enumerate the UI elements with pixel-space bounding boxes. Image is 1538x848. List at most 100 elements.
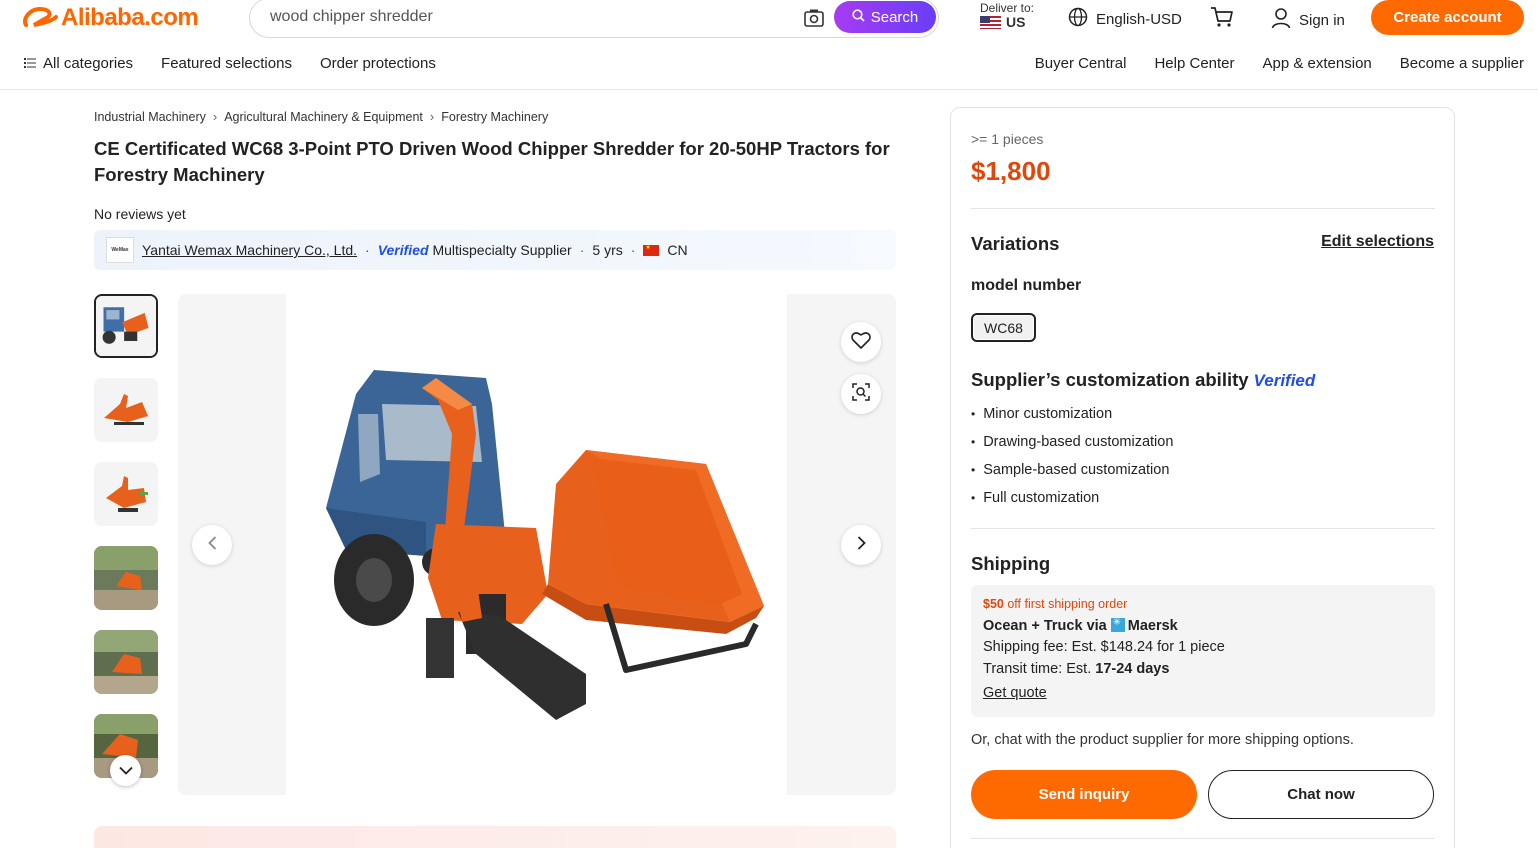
divider	[971, 208, 1435, 209]
list-item: • Minor customization	[971, 406, 1113, 422]
supplier-name-link[interactable]: Yantai Wemax Machinery Co., Ltd.	[142, 242, 357, 258]
reviews-status: No reviews yet	[94, 206, 186, 222]
edit-selections-link[interactable]: Edit selections	[1321, 233, 1434, 251]
supplier-country: CN	[667, 242, 688, 258]
chevron-right-icon	[857, 535, 866, 555]
favorite-button[interactable]	[841, 322, 881, 362]
supplier-years: 5 yrs	[592, 242, 623, 258]
list-item: • Sample-based customization	[971, 462, 1170, 478]
nav-app-extension[interactable]: App & extension	[1263, 55, 1372, 72]
variations-heading: Variations	[971, 233, 1060, 254]
customization-title: Supplier’s customization ability	[971, 369, 1249, 390]
search-icon	[852, 8, 865, 26]
top-header: Alibaba.com Search Deliver to: US Englis…	[0, 0, 1538, 90]
chevron-right-icon: ›	[212, 109, 218, 124]
shipping-box: $50 off first shipping order Ocean + Tru…	[971, 585, 1435, 717]
transit-time: Transit time: Est. 17-24 days	[983, 661, 1169, 677]
maersk-logo-icon	[1110, 617, 1125, 632]
nav-become-supplier[interactable]: Become a supplier	[1400, 55, 1524, 72]
breadcrumb-item[interactable]: Industrial Machinery	[94, 110, 206, 124]
model-option-chip[interactable]: WC68	[971, 313, 1036, 342]
customization-heading: Supplier’s customization ability Verifie…	[971, 369, 1315, 391]
language-label: English-USD	[1096, 10, 1182, 28]
next-image-button[interactable]	[841, 525, 881, 565]
list-item: • Drawing-based customization	[971, 434, 1174, 450]
nav-buyer-central[interactable]: Buyer Central	[1035, 55, 1127, 72]
heart-icon	[851, 331, 871, 354]
product-title: CE Certificated WC68 3-Point PTO Driven …	[94, 138, 890, 185]
nav-all-categories[interactable]: All categories	[24, 55, 133, 72]
divider	[971, 528, 1435, 529]
breadcrumb-item[interactable]: Agricultural Machinery & Equipment	[224, 110, 423, 124]
globe-icon	[1068, 7, 1088, 31]
search-input[interactable]	[270, 8, 790, 26]
deliver-to-selector[interactable]: Deliver to: US	[980, 1, 1034, 29]
chat-now-button[interactable]: Chat now	[1208, 770, 1434, 819]
divider	[971, 838, 1435, 839]
nav-order-protections[interactable]: Order protections	[320, 55, 436, 72]
visual-search-icon	[851, 382, 871, 407]
shipping-method-label: Ocean + Truck via	[983, 618, 1107, 634]
transit-label: Transit time: Est.	[983, 661, 1092, 677]
price: $1,800	[971, 156, 1051, 186]
cart-icon[interactable]	[1210, 6, 1234, 33]
customization-item: Minor customization	[983, 406, 1113, 422]
search-button-label: Search	[870, 8, 919, 26]
chat-note: Or, chat with the product supplier for m…	[971, 732, 1354, 748]
deliver-to-label: Deliver to:	[980, 1, 1035, 15]
sign-in-label: Sign in	[1299, 11, 1345, 29]
thumbnail-image[interactable]	[94, 294, 158, 358]
deliver-country: US	[1006, 14, 1026, 30]
chevron-right-icon: ›	[429, 109, 435, 124]
customization-item: Full customization	[983, 490, 1100, 506]
carrier-name: Maersk	[1127, 618, 1178, 634]
product-main-image[interactable]	[286, 294, 787, 795]
list-item: • Full customization	[971, 490, 1100, 506]
model-number-label: model number	[971, 277, 1082, 294]
supplier-bar: WeMax Yantai Wemax Machinery Co., Ltd. ·…	[94, 230, 896, 270]
min-order-quantity: >= 1 pieces	[971, 131, 1044, 147]
thumbnails-down-button[interactable]	[110, 755, 141, 786]
nav-featured-selections[interactable]: Featured selections	[161, 55, 292, 72]
get-quote-link[interactable]: Get quote	[983, 685, 1047, 701]
alibaba-logo-icon	[22, 5, 58, 31]
us-flag-icon	[980, 15, 1001, 29]
thumbnail-image[interactable]	[94, 546, 158, 610]
shipping-heading: Shipping	[971, 553, 1051, 574]
nav-all-categories-label: All categories	[43, 55, 134, 72]
promo-amount: $50	[983, 597, 1004, 611]
chevron-left-icon	[207, 535, 217, 555]
menu-icon	[24, 55, 36, 72]
verified-badge: Verified	[377, 242, 429, 258]
search-bar: Search	[249, 0, 939, 38]
user-icon	[1271, 7, 1291, 33]
thumbnail-image[interactable]	[94, 462, 158, 526]
secondary-nav: Buyer Central Help Center App & extensio…	[1035, 55, 1524, 72]
chevron-down-icon	[118, 762, 133, 780]
language-selector[interactable]: English-USD	[1068, 7, 1182, 31]
thumbnail-image[interactable]	[94, 378, 158, 442]
alibaba-logo[interactable]: Alibaba.com	[22, 4, 199, 32]
supplier-logo[interactable]: WeMax	[106, 237, 134, 263]
sign-in-link[interactable]: Sign in	[1271, 7, 1345, 33]
promo-banner	[94, 826, 896, 848]
purchase-panel: >= 1 pieces $1,800 Variations Edit selec…	[950, 107, 1455, 848]
verified-badge: Verified	[1253, 371, 1316, 390]
china-flag-icon	[643, 244, 660, 256]
search-button[interactable]: Search	[834, 1, 936, 33]
customization-item: Sample-based customization	[983, 462, 1170, 478]
send-inquiry-button[interactable]: Send inquiry	[971, 770, 1197, 819]
shipping-method: Ocean + Truck via Maersk	[983, 617, 1178, 634]
image-search-icon[interactable]	[804, 9, 824, 27]
primary-nav: All categories Featured selections Order…	[24, 55, 436, 72]
previous-image-button[interactable]	[192, 525, 232, 565]
breadcrumb-item[interactable]: Forestry Machinery	[441, 110, 548, 124]
logo-text: Alibaba.com	[61, 4, 199, 31]
thumbnail-image[interactable]	[94, 630, 158, 694]
shipping-fee: Shipping fee: Est. $148.24 for 1 piece	[983, 639, 1225, 655]
image-search-button[interactable]	[841, 374, 881, 414]
customization-item: Drawing-based customization	[983, 434, 1174, 450]
promo-text: off first shipping order	[1007, 597, 1128, 611]
create-account-button[interactable]: Create account	[1371, 0, 1524, 35]
nav-help-center[interactable]: Help Center	[1154, 55, 1234, 72]
